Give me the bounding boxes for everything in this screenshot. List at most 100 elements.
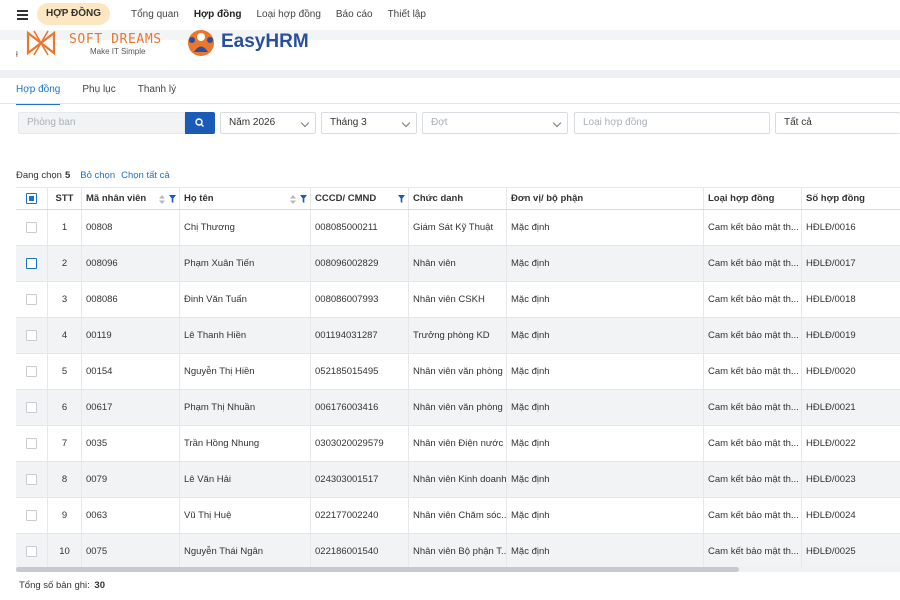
month-select[interactable]: Tháng 3 [321, 112, 417, 134]
row-employee-code: 00617 [82, 390, 180, 425]
select-all-checkbox[interactable] [26, 192, 37, 204]
sort-icon[interactable] [159, 195, 165, 204]
header-id-number-label: CCCD/ CMND [315, 193, 377, 204]
tab-appendix[interactable]: Phụ lục [82, 84, 115, 105]
row-job-title: Nhân viên Chăm sóc... [409, 498, 507, 533]
row-job-title: Trưởng phòng KD [409, 318, 507, 353]
row-checkbox[interactable] [26, 257, 37, 269]
batch-select-placeholder: Đợt [431, 117, 448, 128]
row-job-title: Nhân viên CSKH [409, 282, 507, 317]
select-all-cell [16, 188, 48, 209]
header-contract-number: Số hợp đồng [806, 193, 865, 204]
header-full-name-label: Họ tên [184, 193, 214, 204]
table-row[interactable]: 2 008096 Phạm Xuân Tiến 008096002829 Nhân vi… [16, 246, 900, 282]
row-id-number: 052185015495 [311, 354, 409, 389]
row-full-name: Đinh Văn Tuấn [180, 282, 311, 317]
row-contract-type: Cam kết bảo mật th... [704, 354, 802, 389]
nav-contracts[interactable]: Hợp đồng [194, 9, 242, 20]
nav-overview[interactable]: Tổng quan [131, 9, 179, 20]
row-full-name: Nguyễn Thái Ngân [180, 534, 311, 569]
row-contract-number: HĐLĐ/0023 [806, 474, 856, 485]
filter-icon[interactable] [169, 195, 176, 203]
filter-icon[interactable] [398, 195, 405, 203]
softdreams-logo-text: SOFT DREAMS [69, 32, 162, 47]
module-switcher[interactable]: HỢP ĐỒNG [37, 3, 110, 25]
deselect-link[interactable]: Bỏ chọn [80, 170, 115, 181]
filter-icon[interactable] [300, 195, 307, 203]
row-stt: 10 [48, 534, 82, 569]
contract-type-input[interactable]: Loại hợp đồng [574, 112, 770, 134]
batch-select[interactable]: Đợt [422, 112, 568, 134]
row-job-title: Nhân viên văn phòng [409, 354, 507, 389]
nav-settings[interactable]: Thiết lập [388, 9, 426, 20]
header-employee-code[interactable]: Mã nhân viên [82, 188, 180, 209]
row-checkbox[interactable] [26, 329, 37, 341]
row-employee-code: 00154 [82, 354, 180, 389]
table-row[interactable]: 7 0035 Trần Hồng Nhung 0303020029579 Nhân vi… [16, 426, 900, 462]
row-id-number: 022186001540 [311, 534, 409, 569]
row-checkbox[interactable] [26, 437, 37, 449]
table-row[interactable]: 3 008086 Đinh Văn Tuấn 008086007993 Nhân viê… [16, 282, 900, 318]
row-checkbox[interactable] [26, 509, 37, 521]
row-employee-code: 008096 [82, 246, 180, 281]
row-unit: Mặc định [507, 534, 704, 569]
contract-tabs: Hợp đồng Phụ lục Thanh lý [16, 84, 198, 105]
row-employee-code: 00119 [82, 318, 180, 353]
row-job-title: Nhân viên [409, 246, 507, 281]
top-bar: HỢP ĐỒNG Tổng quan Hợp đồng Loại hợp đồn… [0, 0, 900, 30]
nav-contract-types[interactable]: Loại hợp đồng [256, 9, 320, 20]
row-unit: Mặc định [507, 498, 704, 533]
row-checkbox[interactable] [26, 545, 37, 557]
header-stt: STT [48, 188, 82, 209]
menu-icon[interactable] [17, 10, 28, 20]
row-checkbox[interactable] [26, 293, 37, 305]
row-checkbox[interactable] [26, 221, 37, 233]
tab-liquidation[interactable]: Thanh lý [138, 84, 176, 105]
table-row[interactable]: 6 00617 Phạm Thị Nhuần 006176003416 Nhân viê… [16, 390, 900, 426]
row-stt: 7 [48, 426, 82, 461]
table-row[interactable]: 4 00119 Lê Thanh Hiền 001194031287 Trưởng ph… [16, 318, 900, 354]
search-icon [195, 118, 204, 127]
header-id-number[interactable]: CCCD/ CMND [311, 188, 409, 209]
table-row[interactable]: 10 0075 Nguyễn Thái Ngân 022186001540 Nhân v… [16, 534, 900, 570]
row-full-name: Phạm Thị Nhuần [180, 390, 311, 425]
table-row[interactable]: 9 0063 Vũ Thị Huệ 022177002240 Nhân viên Chă… [16, 498, 900, 534]
row-select-cell [16, 354, 48, 389]
row-employee-code: 0063 [82, 498, 180, 533]
row-checkbox[interactable] [26, 473, 37, 485]
row-checkbox[interactable] [26, 401, 37, 413]
horizontal-scrollbar[interactable] [16, 567, 900, 572]
row-contract-number: HĐLĐ/0022 [806, 438, 856, 449]
selection-count: 5 [64, 170, 71, 181]
select-all-link[interactable]: Chọn tất cả [121, 170, 170, 181]
row-checkbox[interactable] [26, 365, 37, 377]
year-select[interactable]: Năm 2026 [220, 112, 316, 134]
row-id-number: 008086007993 [311, 282, 409, 317]
row-contract-type: Cam kết bảo mật th... [704, 498, 802, 533]
header-full-name[interactable]: Họ tên [180, 188, 311, 209]
row-select-cell [16, 318, 48, 353]
nav-reports[interactable]: Báo cáo [336, 9, 373, 20]
header-contract-type: Loại hợp đồng [704, 188, 802, 209]
table-row[interactable]: 1 00808 Chị Thương 008085000211 Giám Sát Kỹ … [16, 210, 900, 246]
row-unit: Mặc định [507, 426, 704, 461]
table-row[interactable]: 5 00154 Nguyễn Thị Hiền 052185015495 Nhân vi… [16, 354, 900, 390]
row-employee-code: 00808 [82, 210, 180, 245]
header-unit: Đơn vị/ bộ phận [507, 188, 704, 209]
sort-icon[interactable] [290, 195, 296, 204]
table-header: STT Mã nhân viên Họ tên CCCD/ CMND Chức … [16, 187, 900, 210]
department-filter[interactable]: Phòng ban [18, 112, 185, 134]
selection-label: Đang chọn [16, 170, 62, 181]
row-full-name: Chị Thương [180, 210, 311, 245]
row-full-name: Trần Hồng Nhung [180, 426, 311, 461]
table-row[interactable]: 8 0079 Lê Văn Hải 024303001517 Nhân viên Kin… [16, 462, 900, 498]
row-contract-type: Cam kết bảo mật th... [704, 426, 802, 461]
scrollbar-thumb[interactable] [16, 567, 739, 572]
search-button[interactable] [185, 112, 215, 134]
row-id-number: 022177002240 [311, 498, 409, 533]
record-count: Tổng số bản ghi: 30 [19, 580, 105, 591]
status-select[interactable]: Tất cả [775, 112, 900, 134]
tab-contracts[interactable]: Hợp đồng [16, 84, 61, 105]
chevron-down-icon [552, 118, 562, 128]
easyhrm-logo-icon [188, 30, 214, 56]
